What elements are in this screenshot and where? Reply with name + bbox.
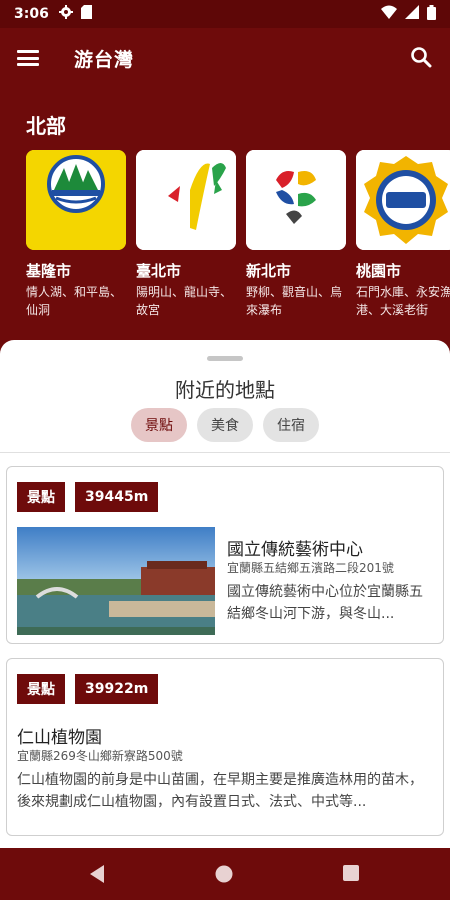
region-title: 北部 (26, 114, 66, 138)
chip-lodging[interactable]: 住宿 (263, 408, 319, 442)
city-name: 基隆市 (26, 262, 72, 280)
taipei-logo (136, 150, 236, 250)
city-card-taipei[interactable]: 臺北市 陽明山、龍山寺、故宮 (136, 150, 236, 319)
wifi-icon (381, 5, 397, 23)
home-icon[interactable] (214, 864, 234, 888)
city-name: 臺北市 (136, 262, 182, 280)
chip-food[interactable]: 美食 (197, 408, 253, 442)
recents-icon[interactable] (342, 864, 360, 886)
drag-handle[interactable] (207, 356, 243, 361)
region-section: 北部 基隆市 情人湖、和平島、仙洞 臺北市 陽明山、龍山寺、故宮 新北市 野柳、… (0, 90, 450, 360)
place-address: 宜蘭縣269冬山鄉新寮路500號 (17, 749, 183, 763)
city-name: 桃園市 (356, 262, 402, 280)
chip-attractions[interactable]: 景點 (131, 408, 187, 442)
taoyuan-logo (356, 150, 450, 250)
app-screen: 3:06 游台灣 北部 基隆市 情人湖、和平島、仙洞 臺北市 陽明山、龍山寺、故… (0, 0, 450, 900)
status-bar: 3:06 (0, 0, 450, 28)
category-badge: 景點 (17, 674, 65, 704)
city-name: 新北市 (246, 262, 292, 280)
app-title: 游台灣 (74, 48, 135, 71)
card-badges: 景點 39445m (17, 482, 159, 512)
place-address: 宜蘭縣五結鄉五濱路二段201號 (227, 561, 394, 575)
app-bar: 游台灣 (0, 28, 450, 88)
city-desc: 石門水庫、永安漁港、大溪老街 (356, 285, 450, 317)
place-photo (17, 527, 215, 635)
filter-chips: 景點 美食 住宿 (0, 408, 450, 442)
city-card-taoyuan[interactable]: 桃園市 石門水庫、永安漁港、大溪老街 (356, 150, 450, 319)
search-icon[interactable] (410, 46, 434, 70)
place-card[interactable]: 景點 39922m 仁山植物園 宜蘭縣269冬山鄉新寮路500號 仁山植物園的前… (6, 658, 444, 836)
city-desc: 陽明山、龍山寺、故宮 (136, 285, 233, 317)
place-title: 仁山植物園 (17, 728, 102, 748)
category-badge: 景點 (17, 482, 65, 512)
place-description: 國立傳統藝術中心位於宜蘭縣五結鄉冬山河下游，與冬山... (227, 584, 423, 622)
city-carousel[interactable]: 基隆市 情人湖、和平島、仙洞 臺北市 陽明山、龍山寺、故宮 新北市 野柳、觀音山… (26, 150, 450, 319)
city-card-new-taipei[interactable]: 新北市 野柳、觀音山、烏來瀑布 (246, 150, 346, 319)
menu-icon[interactable] (16, 46, 40, 70)
city-desc: 野柳、觀音山、烏來瀑布 (246, 285, 343, 317)
place-card[interactable]: 景點 39445m 國立傳統藝術中心 宜蘭縣五結鄉五濱路二段201號 國立傳統藝… (6, 466, 444, 644)
sheet-title: 附近的地點 (175, 378, 275, 402)
battery-icon (427, 4, 436, 24)
city-desc: 情人湖、和平島、仙洞 (26, 285, 123, 317)
signal-icon (405, 5, 419, 23)
sd-card-icon (80, 5, 92, 23)
distance-badge: 39445m (75, 482, 159, 512)
back-icon[interactable] (88, 864, 106, 888)
status-time: 3:06 (14, 6, 49, 22)
distance-badge: 39922m (75, 674, 159, 704)
city-card-keelung[interactable]: 基隆市 情人湖、和平島、仙洞 (26, 150, 126, 319)
keelung-logo (26, 150, 126, 250)
gear-icon (58, 5, 73, 23)
divider (0, 452, 450, 453)
nearby-sheet[interactable]: 附近的地點 景點 美食 住宿 景點 39445m 國立傳統藝術中心 宜蘭縣五結鄉… (0, 340, 450, 848)
new-taipei-logo (246, 150, 346, 250)
place-description: 仁山植物園的前身是中山苗圃，在早期主要是推廣造林用的苗木，後來規劃成仁山植物園，… (17, 772, 423, 810)
place-title: 國立傳統藝術中心 (227, 540, 363, 560)
system-nav-bar (0, 848, 450, 900)
card-badges: 景點 39922m (17, 674, 159, 704)
